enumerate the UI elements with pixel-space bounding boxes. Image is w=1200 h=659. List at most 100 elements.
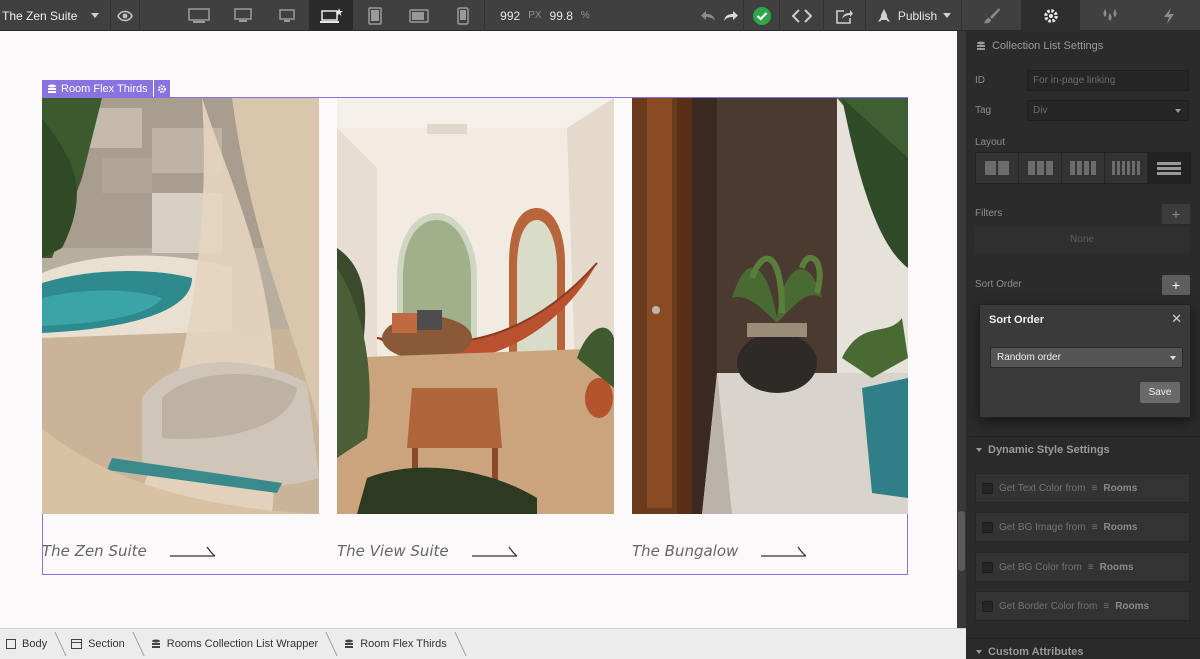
- layout-option-4-columns[interactable]: [1062, 153, 1105, 183]
- device-desktop-button[interactable]: [221, 0, 265, 31]
- tag-label: Tag: [975, 105, 992, 116]
- id-input[interactable]: For in-page linking: [1027, 70, 1189, 91]
- checkbox[interactable]: [982, 600, 993, 612]
- dynamic-option-source: Rooms: [1115, 600, 1150, 612]
- gear-icon: [157, 84, 166, 93]
- design-canvas[interactable]: Room Flex Thirds The Zen Suite The View …: [0, 31, 957, 628]
- selected-element-name: Room Flex Thirds: [61, 82, 148, 95]
- phone-icon: [456, 6, 469, 25]
- style-brush-icon: [983, 7, 1000, 23]
- add-sort-button[interactable]: +: [1162, 275, 1190, 295]
- element-settings-button[interactable]: [153, 80, 170, 97]
- zoom-value: 99.8: [549, 8, 573, 23]
- collection-icon: ≡: [1103, 600, 1110, 612]
- device-laptop-button[interactable]: [309, 0, 353, 31]
- breadcrumb-item-section[interactable]: Section: [61, 629, 139, 659]
- device-tablet-button[interactable]: [353, 0, 397, 31]
- canvas-dimensions[interactable]: 992 PX 99.8 %: [485, 0, 605, 31]
- site-switcher[interactable]: The Zen Suite: [0, 0, 111, 31]
- checkbox[interactable]: [982, 521, 993, 533]
- layout-option-6-columns[interactable]: [1105, 153, 1148, 183]
- room-image-view-suite[interactable]: [337, 98, 614, 514]
- dynamic-style-settings-header[interactable]: Dynamic Style Settings: [966, 436, 1200, 462]
- tablet-landscape-icon: [409, 8, 429, 23]
- room-image-zen-suite[interactable]: [42, 98, 319, 514]
- custom-attributes-header[interactable]: Custom Attributes: [966, 638, 1200, 659]
- preview-button[interactable]: [111, 0, 140, 31]
- undo-button[interactable]: [695, 0, 720, 31]
- room-title-row[interactable]: The Zen Suite: [42, 542, 217, 560]
- share-button[interactable]: [824, 0, 866, 31]
- status-check-button[interactable]: [744, 0, 780, 31]
- tab-interactions[interactable]: [1080, 0, 1139, 31]
- dynamic-option-label: Get BG Image from: [999, 521, 1086, 533]
- dynamic-border-color-option[interactable]: Get Border Color from ≡ Rooms: [975, 591, 1190, 621]
- tag-select[interactable]: Div: [1027, 100, 1189, 121]
- tab-interactions-lightning[interactable]: [1139, 0, 1198, 31]
- dynamic-text-color-option[interactable]: Get Text Color from ≡ Rooms: [975, 473, 1190, 503]
- laptop-star-icon: [320, 7, 343, 23]
- breadcrumb-item-body[interactable]: Body: [0, 629, 61, 659]
- close-icon[interactable]: ✕: [1171, 311, 1182, 327]
- layout-option-3-columns[interactable]: [1019, 153, 1062, 183]
- room-title-row[interactable]: The View Suite: [337, 542, 519, 560]
- checkbox[interactable]: [982, 561, 993, 573]
- layout-selector: [975, 152, 1191, 184]
- device-tablet-landscape-button[interactable]: [397, 0, 441, 31]
- desktop-icon: [234, 7, 252, 22]
- redo-icon: [723, 10, 738, 21]
- sort-order-select-value: Random order: [997, 352, 1061, 363]
- breadcrumb-item-collection-wrapper[interactable]: Rooms Collection List Wrapper: [139, 629, 332, 659]
- breadcrumb: Body Section Rooms Collection List Wrapp…: [0, 628, 966, 659]
- dynamic-bg-image-option[interactable]: Get BG Image from ≡ Rooms: [975, 512, 1190, 542]
- device-phone-button[interactable]: [441, 0, 485, 31]
- arrow-line-icon: [761, 546, 807, 557]
- scrollbar-thumb[interactable]: [958, 511, 965, 571]
- selected-element-badge[interactable]: Room Flex Thirds: [42, 80, 170, 97]
- id-input-placeholder: For in-page linking: [1033, 75, 1116, 86]
- sort-order-select[interactable]: Random order: [990, 347, 1183, 368]
- save-button[interactable]: Save: [1140, 382, 1180, 403]
- chevron-down-icon: [1175, 108, 1181, 113]
- plus-icon: +: [1171, 277, 1181, 293]
- dynamic-bg-color-option[interactable]: Get BG Color from ≡ Rooms: [975, 552, 1190, 582]
- plus-icon: +: [1171, 206, 1181, 222]
- code-export-button[interactable]: [780, 0, 824, 31]
- publish-label: Publish: [897, 8, 938, 23]
- rocket-icon: [877, 8, 890, 22]
- zoom-unit: %: [580, 10, 590, 21]
- layout-option-2-columns[interactable]: [976, 153, 1019, 183]
- arrow-line-icon: [169, 546, 216, 557]
- tablet-icon: [368, 6, 382, 25]
- filters-empty-text: None: [1070, 234, 1094, 245]
- popover-title: Sort Order: [989, 314, 1045, 326]
- add-filter-button[interactable]: +: [1162, 204, 1190, 224]
- collection-icon: ≡: [1087, 561, 1094, 573]
- room-title: The Bungalow: [632, 542, 739, 560]
- collection-icon: ≡: [1091, 482, 1098, 494]
- id-label: ID: [975, 75, 985, 86]
- panel-title: Collection List Settings: [976, 40, 1103, 52]
- device-desktop-large-button[interactable]: [177, 0, 221, 31]
- selected-element-label: Room Flex Thirds: [42, 80, 153, 97]
- device-desktop-small-button[interactable]: [265, 0, 309, 31]
- tab-settings[interactable]: [1021, 0, 1080, 31]
- breadcrumb-label: Room Flex Thirds: [360, 638, 447, 650]
- tab-style[interactable]: [962, 0, 1021, 31]
- breadcrumb-item-room-flex-thirds[interactable]: Room Flex Thirds: [332, 629, 461, 659]
- redo-button[interactable]: [718, 0, 744, 31]
- check-circle-icon: [752, 6, 771, 25]
- width-value: 992: [500, 8, 521, 23]
- sort-order-popover: Sort Order ✕ Random order Save: [979, 304, 1191, 418]
- breadcrumb-label: Rooms Collection List Wrapper: [166, 638, 319, 650]
- room-title-row[interactable]: The Bungalow: [632, 542, 808, 560]
- canvas-scrollbar[interactable]: [957, 31, 966, 628]
- collection-icon: [48, 84, 56, 93]
- dynamic-option-source: Rooms: [1103, 482, 1138, 494]
- publish-button[interactable]: Publish: [866, 0, 962, 31]
- checkbox[interactable]: [982, 482, 993, 494]
- layout-option-rows[interactable]: [1148, 153, 1190, 183]
- undo-icon: [700, 10, 715, 21]
- collection-icon: [151, 639, 160, 648]
- room-image-bungalow[interactable]: [632, 98, 908, 514]
